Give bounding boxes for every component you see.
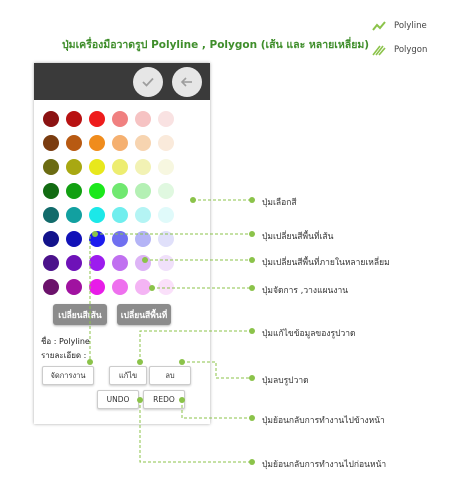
callout-color-select: ปุ่มเลือกสี <box>262 198 297 208</box>
callout-delete: ปุ่มลบรูปวาด <box>262 376 309 386</box>
callout-dot <box>249 415 255 421</box>
callout-line-color: ปุ่มเปลี่ยนสีพื้นที่เส้น <box>262 232 334 242</box>
callout-dot <box>249 197 255 203</box>
callout-dot <box>137 397 143 403</box>
callout-dot <box>190 197 196 203</box>
callout-dot <box>179 397 185 403</box>
callout-fill-color: ปุ่มเปลี่ยนสีพื้นที่ภายในหลายเหลี่ยม <box>262 258 390 268</box>
callout-dot <box>87 359 93 365</box>
callout-lines <box>87 197 255 465</box>
callout-dot <box>179 359 185 365</box>
callout-redo: ปุ่มย้อนกลับการทำงานไปข้างหน้า <box>262 416 385 426</box>
callout-dot <box>249 231 255 237</box>
callout-dot <box>249 328 255 334</box>
callout-dot <box>137 359 143 365</box>
callout-dot <box>149 285 155 291</box>
callout-undo: ปุ่มย้อนกลับการทำงานไปก่อนหน้า <box>262 460 387 470</box>
callout-dot <box>142 257 148 263</box>
callout-dot <box>249 375 255 381</box>
callout-dot <box>249 459 255 465</box>
callout-dot <box>92 231 98 237</box>
callout-edit: ปุ่มแก้ไขข้อมูลของรูปวาด <box>262 329 356 339</box>
callout-dot <box>249 257 255 263</box>
callout-dot <box>249 285 255 291</box>
callout-manage: ปุ่มจัดการ ,วางแผนงาน <box>262 286 349 296</box>
